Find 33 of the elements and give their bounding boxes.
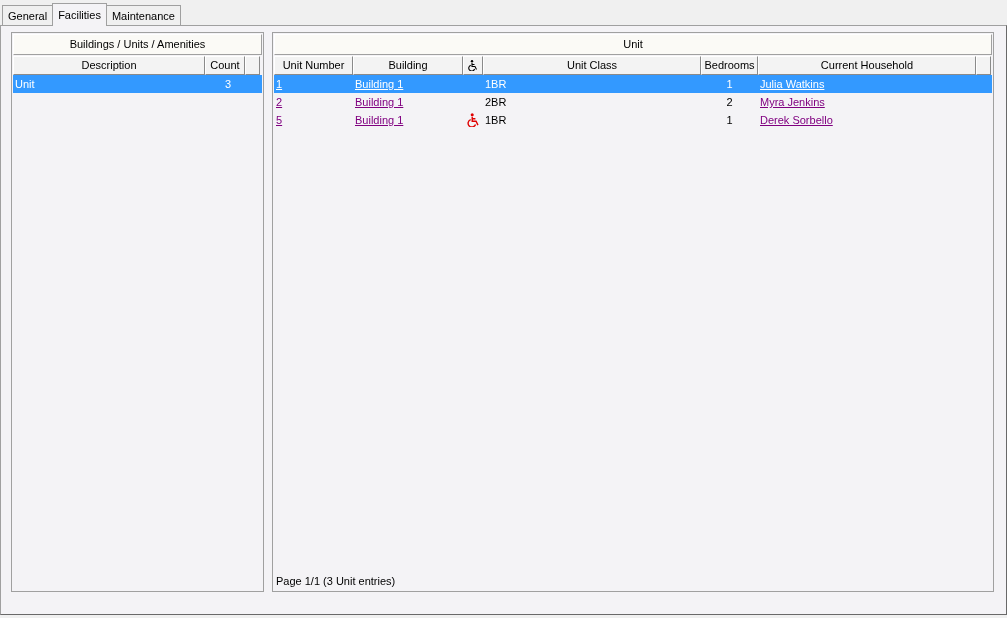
wheelchair-icon (468, 60, 478, 71)
page-status: Page 1/1 (3 Unit entries) (275, 575, 397, 589)
household-link[interactable]: Myra Jenkins (760, 96, 825, 108)
table-cell-text: Unit (14, 77, 36, 92)
table-cell-text: 2 (725, 95, 734, 110)
table-cell-text: 1BR (484, 77, 508, 92)
table-row[interactable]: 5 Building 1 1BR 1 Derek Sorbello (274, 111, 992, 129)
table-cell-text: 1 (725, 113, 734, 128)
household-link[interactable]: Derek Sorbello (760, 114, 833, 126)
column-header[interactable]: Unit Class (483, 56, 701, 75)
unit-link[interactable]: 2 (276, 96, 283, 108)
tab[interactable]: General (2, 5, 54, 25)
column-header[interactable] (463, 56, 483, 75)
column-header[interactable]: Current Household (758, 56, 976, 75)
building-link[interactable]: Building 1 (355, 114, 404, 126)
column-header[interactable]: Description (13, 56, 205, 75)
unit-link[interactable]: 5 (276, 114, 283, 126)
table-cell-text: 2BR (484, 95, 508, 110)
column-header[interactable]: Building (353, 56, 463, 75)
column-header[interactable]: Count (205, 56, 245, 75)
table-cell-text: 3 (223, 77, 232, 92)
column-header (245, 56, 260, 75)
table-row[interactable]: 2 Building 1 2BR 2 Myra Jenkins (274, 93, 992, 111)
table-cell-text: 1 (725, 77, 734, 92)
building-link[interactable]: Building 1 (355, 96, 404, 108)
panel-title: Buildings / Units / Amenities (13, 34, 262, 55)
tab[interactable]: Facilities (52, 3, 107, 26)
tab[interactable]: Maintenance (105, 5, 181, 25)
column-header[interactable]: Bedrooms (701, 56, 758, 75)
table-cell-text: 1BR (484, 113, 508, 128)
panel-title: Unit (274, 34, 992, 55)
column-header (976, 56, 991, 75)
column-header[interactable]: Unit Number (274, 56, 353, 75)
